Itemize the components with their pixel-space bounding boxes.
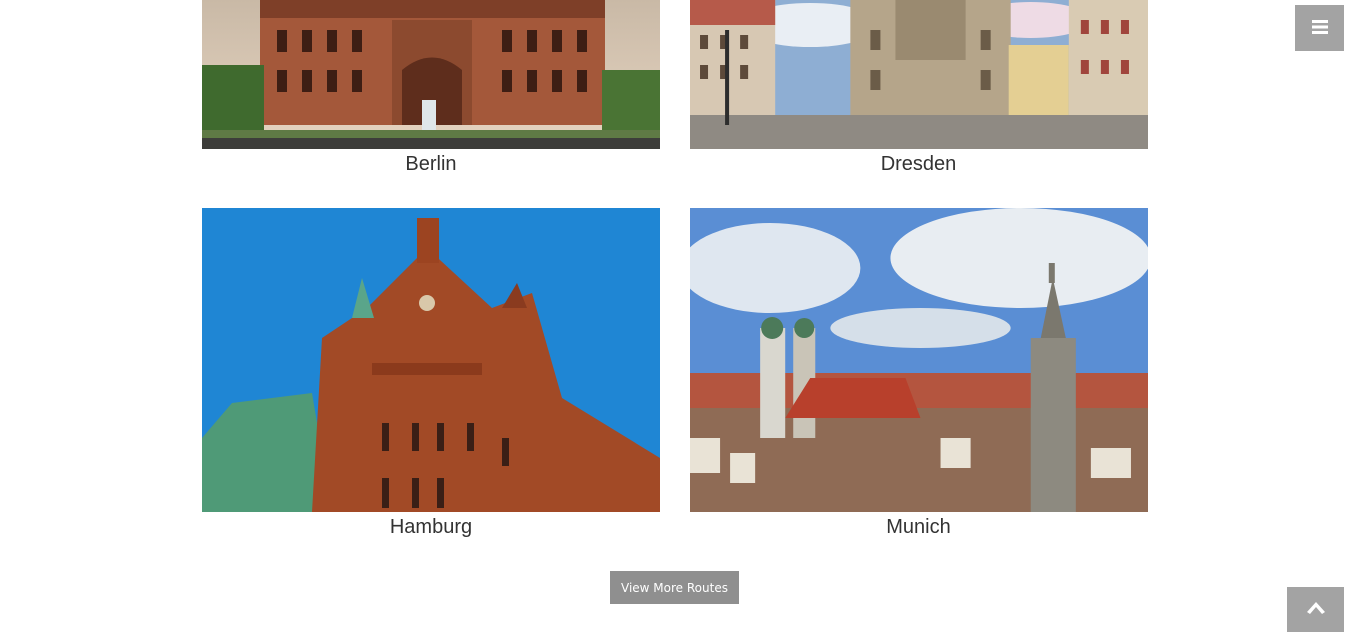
city-photo-hamburg[interactable] [202,208,660,512]
hamburg-image [202,208,660,512]
city-photo-munich[interactable] [690,208,1148,512]
city-photo-dresden[interactable] [690,0,1148,149]
dresden-image [690,0,1148,149]
hamburger-menu-icon [1311,19,1328,37]
city-name-dresden[interactable]: Dresden [690,152,1147,176]
city-name-munich[interactable]: Munich [690,515,1147,539]
city-photo-berlin[interactable] [202,0,660,149]
munich-image [690,208,1148,512]
city-name-hamburg[interactable]: Hamburg [202,515,660,539]
city-name-berlin[interactable]: Berlin [202,152,660,176]
view-more-routes-button[interactable]: View More Routes [610,571,739,604]
scroll-to-top-button[interactable] [1287,587,1344,632]
berlin-image [202,0,660,149]
arrow-up-icon [1306,602,1325,617]
menu-toggle-button[interactable] [1295,5,1344,51]
